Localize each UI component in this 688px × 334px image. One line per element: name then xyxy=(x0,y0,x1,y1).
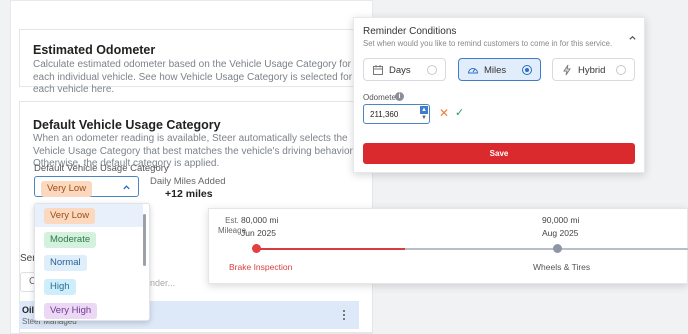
radio-button[interactable] xyxy=(616,65,626,75)
option-label: Normal xyxy=(44,255,87,271)
odometer-label: Odometer xyxy=(363,93,399,102)
estimated-odometer-description: Calculate estimated odometer based on th… xyxy=(33,59,353,95)
event-name[interactable]: Brake Inspection xyxy=(229,262,292,272)
event-mileage: 90,000 mi xyxy=(542,215,580,225)
event-mileage: 80,000 mi xyxy=(241,215,279,225)
dropdown-option-moderate[interactable]: Moderate xyxy=(35,228,143,251)
usage-category-select[interactable]: Very Low xyxy=(34,176,139,197)
dropdown-option-very-low[interactable]: Very Low xyxy=(35,204,143,227)
estimated-odometer-title: Estimated Odometer xyxy=(33,43,156,57)
gauge-icon xyxy=(467,68,479,74)
mileage-timeline: Est. Mileage 80,000 mi Jun 2025 90,000 mi… xyxy=(208,208,688,284)
estimated-odometer-section: Estimated Odometer Calculate estimated o… xyxy=(19,29,373,95)
timeline-track xyxy=(405,248,688,250)
event-date: Jun 2025 xyxy=(241,228,276,238)
option-label: Hybrid xyxy=(578,65,606,76)
usage-category-field-label: Default Vehicle Usage Category xyxy=(34,163,169,174)
timeline-track-active xyxy=(259,248,405,250)
confirm-check-icon[interactable]: ✓ xyxy=(455,106,464,119)
dropdown-option-very-high[interactable]: Very High xyxy=(35,299,143,320)
option-label: Miles xyxy=(484,65,507,76)
option-label: Very Low xyxy=(44,208,96,224)
stepper-down-icon[interactable]: ▼ xyxy=(420,114,428,122)
lightning-icon xyxy=(563,64,571,76)
odometer-value: 211,360 xyxy=(370,110,399,119)
dropdown-option-normal[interactable]: Normal xyxy=(35,251,143,274)
odometer-input[interactable]: 211,360 ▲ ▼ xyxy=(363,104,430,124)
daily-miles-value: +12 miles xyxy=(165,188,213,200)
daily-miles-label: Daily Miles Added xyxy=(150,176,226,187)
reminder-option-days[interactable]: Days xyxy=(363,58,446,81)
chevron-up-icon[interactable] xyxy=(628,34,637,42)
option-label: Days xyxy=(389,65,411,76)
radio-button[interactable] xyxy=(522,65,532,75)
info-icon[interactable]: i xyxy=(395,92,404,101)
usage-category-title: Default Vehicle Usage Category xyxy=(33,118,221,132)
timeline-marker[interactable] xyxy=(252,244,261,253)
dropdown-option-high[interactable]: High xyxy=(35,275,143,298)
reminder-option-hybrid[interactable]: Hybrid xyxy=(552,58,635,81)
reminder-conditions-panel: Reminder Conditions Set when would you l… xyxy=(353,17,645,173)
event-date: Aug 2025 xyxy=(542,228,579,238)
reminder-title: Reminder Conditions xyxy=(363,26,457,37)
chevron-up-icon xyxy=(123,185,130,190)
more-options-icon[interactable] xyxy=(343,310,346,322)
event-name[interactable]: Wheels & Tires xyxy=(533,262,590,272)
timeline-marker[interactable] xyxy=(553,244,562,253)
cancel-icon[interactable]: ✕ xyxy=(439,106,449,120)
search-placeholder: nder... xyxy=(150,278,176,288)
option-label: High xyxy=(44,279,76,295)
usage-category-dropdown: Very Low Moderate Normal High Very High xyxy=(34,203,150,321)
radio-button[interactable] xyxy=(427,65,437,75)
reminder-subtitle: Set when would you like to remind custom… xyxy=(363,39,613,48)
save-button[interactable]: Save xyxy=(363,143,635,164)
odometer-stepper[interactable]: ▲ ▼ xyxy=(420,106,428,122)
option-label: Very High xyxy=(44,303,98,319)
selected-category-pill: Very Low xyxy=(41,181,93,197)
calendar-icon xyxy=(373,65,383,75)
dropdown-scrollbar[interactable] xyxy=(143,214,146,266)
reminder-option-miles[interactable]: Miles xyxy=(458,58,541,81)
stepper-up-icon[interactable]: ▲ xyxy=(420,106,428,114)
option-label: Moderate xyxy=(44,232,97,248)
